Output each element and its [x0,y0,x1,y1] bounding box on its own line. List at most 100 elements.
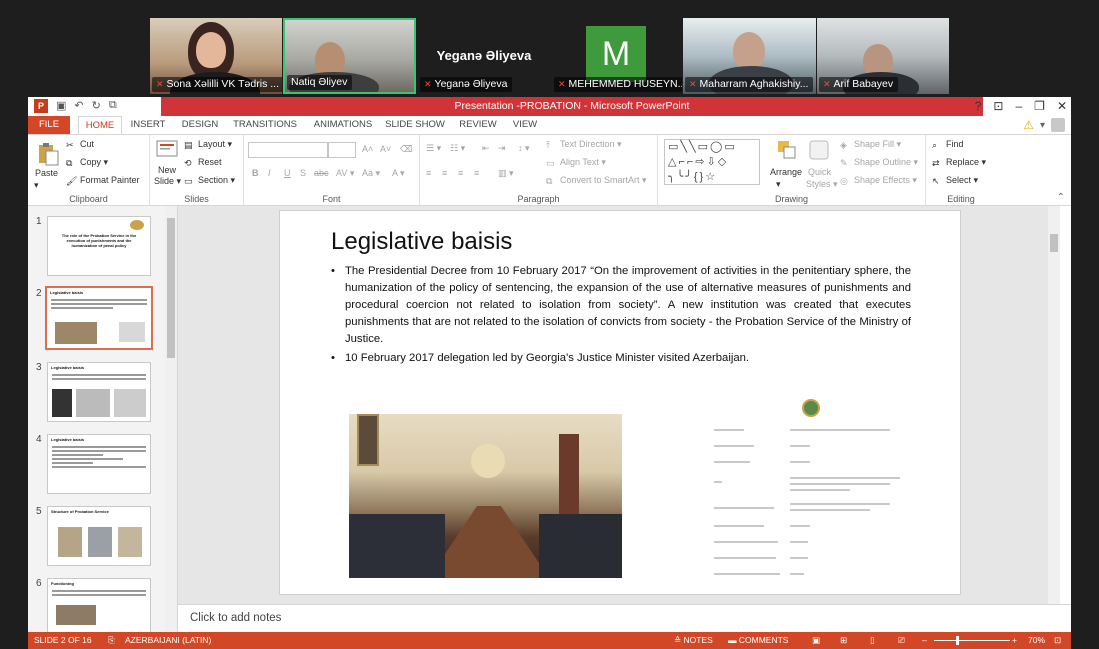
fit-slide-icon[interactable]: ⊡ [1054,635,1061,646]
bold-icon[interactable]: B [252,168,259,178]
slide-thumbnail-4[interactable]: Legislative baisis [47,434,151,494]
slide-sorter-icon[interactable]: ⊞ [840,635,847,646]
participant-tile-1[interactable]: ✕ Sona Xəlilli VK Tədris ... [150,18,282,94]
avatar[interactable] [1051,118,1065,132]
copy-button[interactable]: ⧉ Copy ▾ [66,157,108,168]
tab-animations[interactable]: ANIMATIONS [308,116,378,134]
start-from-beginning-icon[interactable]: ⧉ [109,99,117,113]
restore-icon[interactable]: ❐ [1034,99,1045,113]
warning-icon[interactable]: ⚠ [1023,118,1034,132]
ribbon-display-options-icon[interactable]: ⊡ [993,99,1003,113]
italic-icon[interactable]: I [268,168,271,178]
notes-pane[interactable]: Click to add notes [178,604,1071,632]
chevron-down-icon[interactable]: ▾ [1040,120,1045,131]
find-button[interactable]: ⌕ Find [932,139,964,150]
replace-button[interactable]: ⇄ Replace ▾ [932,157,986,168]
strikethrough-icon[interactable]: abc [314,168,329,178]
quick-styles-icon[interactable] [808,139,830,163]
select-button[interactable]: ↖ Select ▾ [932,175,978,186]
tab-slide-show[interactable]: SLIDE SHOW [384,116,446,134]
reading-view-icon[interactable]: ▯ [870,635,875,646]
shadow-icon[interactable]: S [300,168,306,178]
close-icon[interactable]: ✕ [1057,99,1067,113]
zoom-in-icon[interactable]: + [1012,635,1017,645]
notes-placeholder[interactable]: Click to add notes [190,612,281,624]
increase-indent-icon[interactable]: ⇥ [498,143,506,154]
layout-button[interactable]: ▤ Layout ▾ [184,139,232,150]
text-direction-button[interactable]: ⤒ Text Direction ▾ [546,139,622,150]
zoom-level[interactable]: 70% [1028,635,1045,645]
reset-button[interactable]: ⟲ Reset [184,157,222,168]
slide-thumbnail-6[interactable]: Functioning [47,578,151,632]
language-indicator[interactable]: AZERBAIJANI (LATIN) [125,635,211,645]
zoom-slider[interactable] [934,640,1010,641]
cut-button[interactable]: ✂ Cut [66,139,94,150]
thumbnails-scrollbar[interactable] [165,206,177,632]
align-left-icon[interactable]: ≡ [426,168,431,178]
current-slide[interactable]: Legislative baisis • The Presidential De… [279,210,961,595]
character-spacing-icon[interactable]: AV ▾ [336,168,354,179]
save-icon[interactable]: ▣ [56,99,66,113]
new-slide-icon[interactable] [156,139,182,165]
shape-effects-button[interactable]: ◎ Shape Effects ▾ [840,175,917,186]
decrease-font-size-icon[interactable]: A˅ [380,144,391,154]
comments-button[interactable]: ▬ COMMENTS [728,635,788,645]
quick-styles-label[interactable]: Quick [808,167,831,177]
participant-tile-5[interactable]: ✕ Maharram Aghakishiy... [683,18,816,94]
paste-icon[interactable] [36,141,62,167]
participant-tile-6[interactable]: ✕ Arif Babayev [817,18,949,94]
decrease-indent-icon[interactable]: ⇤ [482,143,490,154]
minimize-icon[interactable]: – [1015,99,1022,113]
convert-to-smartart-button[interactable]: ⧉ Convert to SmartArt ▾ [546,175,647,186]
decree-document-image[interactable] [710,391,905,581]
slide-scrollbar[interactable] [1048,206,1060,604]
clear-formatting-icon[interactable]: ⌫ [400,144,413,155]
justify-icon[interactable]: ≡ [474,168,479,178]
arrange-icon[interactable] [776,139,798,163]
tab-transitions[interactable]: TRANSITIONS [228,116,302,134]
font-size-select[interactable] [328,142,356,158]
slide-show-icon[interactable]: ⎚ [898,635,905,646]
shape-outline-button[interactable]: ✎ Shape Outline ▾ [840,157,918,168]
slide-bullet-1[interactable]: • The Presidential Decree from 10 Februa… [331,263,911,348]
spellcheck-icon[interactable]: ⎘ [108,635,115,646]
shapes-gallery[interactable]: ▭╲╲▭◯▭ △⌐⌐⇨⇩◇ ╮╰╯{}☆ [664,139,760,185]
quick-styles-button[interactable]: Styles ▾ [806,179,838,190]
underline-icon[interactable]: U [284,168,291,178]
arrange-button[interactable]: Arrange [770,167,802,177]
zoom-slider-handle[interactable] [956,636,959,645]
font-color-icon[interactable]: A ▾ [392,168,405,179]
tab-home[interactable]: HOME [78,116,122,135]
help-icon[interactable]: ? [975,99,982,113]
paste-dropdown-icon[interactable]: ▾ [34,180,39,191]
notes-button[interactable]: ≙ NOTES [674,635,713,646]
line-spacing-icon[interactable]: ↕ ▾ [518,143,530,154]
tab-insert[interactable]: INSERT [126,116,170,134]
slide-thumbnail-2-selected[interactable]: Legislative baisis [45,286,153,350]
align-center-icon[interactable]: ≡ [442,168,447,178]
font-name-select[interactable] [248,142,328,158]
slide-bullet-2[interactable]: • 10 February 2017 delegation led by Geo… [331,350,911,367]
align-text-button[interactable]: ▭ Align Text ▾ [546,157,606,168]
tab-design[interactable]: DESIGN [176,116,224,134]
new-slide-label[interactable]: New [158,165,176,175]
align-right-icon[interactable]: ≡ [458,168,463,178]
collapse-ribbon-icon[interactable]: ⌃ [1057,192,1065,203]
columns-icon[interactable]: ▥ ▾ [498,168,514,179]
bullets-icon[interactable]: ☰ ▾ [426,143,441,154]
new-slide-button[interactable]: Slide ▾ [154,176,181,187]
format-painter-button[interactable]: 🖌 Format Painter [66,175,140,186]
tab-view[interactable]: VIEW [508,116,542,134]
slide-thumbnail-3[interactable]: Legislative baisis [47,362,151,422]
normal-view-icon[interactable]: ▣ [812,635,820,646]
redo-icon[interactable]: ↻ [92,99,101,113]
arrange-dropdown-icon[interactable]: ▾ [776,179,781,190]
section-button[interactable]: ▭ Section ▾ [184,175,235,186]
participant-tile-3[interactable]: Yeganə Əliyeva ✕ Yeganə Əliyeva [418,18,550,94]
shape-fill-button[interactable]: ◈ Shape Fill ▾ [840,139,901,150]
tab-file[interactable]: FILE [28,116,70,134]
zoom-out-icon[interactable]: – [922,635,927,645]
participant-tile-4[interactable]: M ✕ MEHEMMED HUSEYN... [552,18,682,94]
slide-thumbnail-5[interactable]: Structure of Probation Service [47,506,151,566]
slide-thumbnail-1[interactable]: The role of the Probation Service in the… [47,216,151,276]
